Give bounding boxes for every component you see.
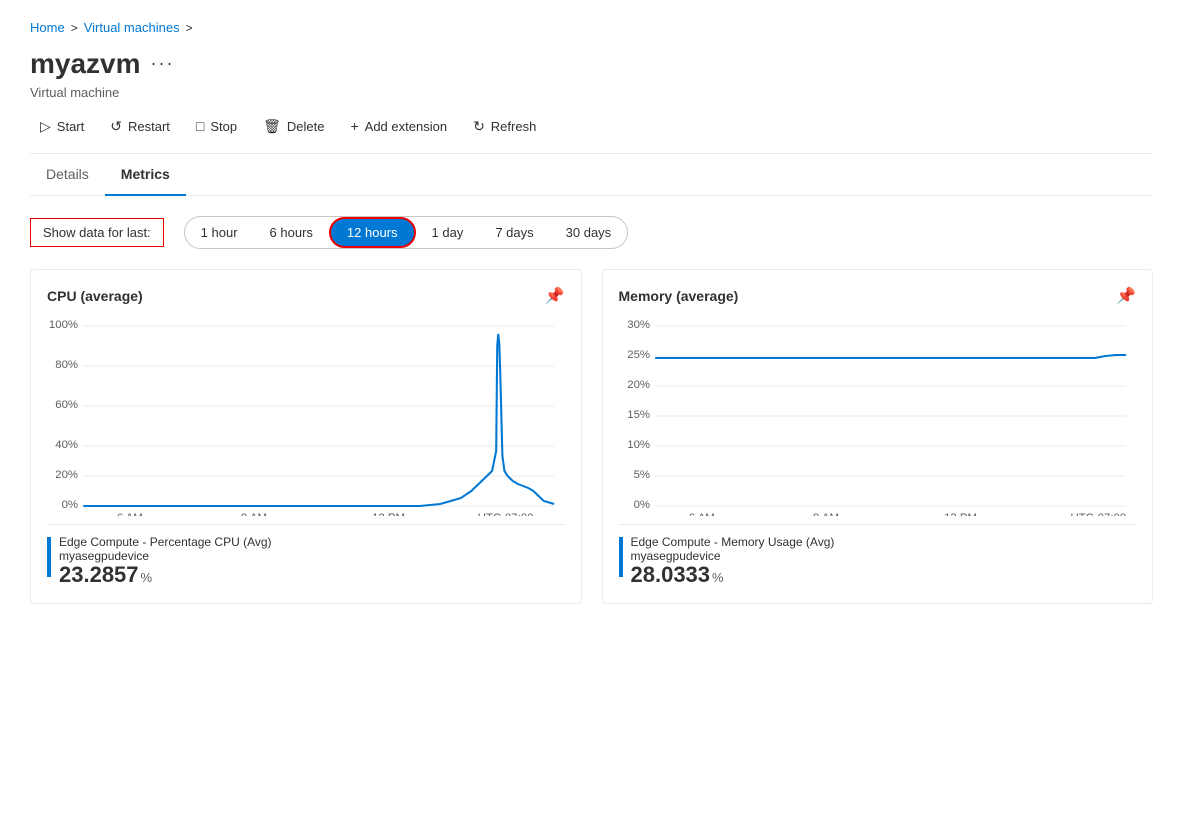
cpu-legend-color (47, 537, 51, 577)
cpu-chart-title: CPU (average) (47, 288, 143, 304)
stop-button[interactable]: □ Stop (186, 112, 247, 140)
charts-row: CPU (average) 📌 100% 80% 60% 40% 20% 0% (30, 269, 1153, 604)
time-btn-1hour[interactable]: 1 hour (185, 219, 254, 246)
memory-legend-value: 28.0333 (631, 563, 711, 587)
content-area: Show data for last: 1 hour 6 hours 12 ho… (30, 196, 1153, 624)
memory-legend-device: myasegpudevice (631, 549, 835, 563)
svg-text:6 AM: 6 AM (688, 512, 714, 516)
memory-chart-footer: Edge Compute - Memory Usage (Avg) myaseg… (619, 524, 1137, 587)
svg-text:100%: 100% (49, 319, 78, 331)
svg-text:9 AM: 9 AM (241, 512, 267, 516)
tab-details[interactable]: Details (30, 154, 105, 196)
start-icon: ▷ (40, 118, 51, 135)
cpu-chart-card: CPU (average) 📌 100% 80% 60% 40% 20% 0% (30, 269, 582, 604)
svg-text:5%: 5% (633, 469, 649, 481)
cpu-legend-value: 23.2857 (59, 563, 139, 587)
svg-text:30%: 30% (627, 319, 650, 331)
svg-text:9 AM: 9 AM (813, 512, 839, 516)
restart-button[interactable]: ↺ Restart (100, 112, 180, 141)
svg-text:60%: 60% (55, 399, 78, 411)
cpu-chart-footer: Edge Compute - Percentage CPU (Avg) myas… (47, 524, 565, 587)
memory-chart-title: Memory (average) (619, 288, 739, 304)
cpu-chart-header: CPU (average) 📌 (47, 286, 565, 306)
cpu-legend-name: Edge Compute - Percentage CPU (Avg) (59, 535, 272, 549)
start-button[interactable]: ▷ Start (30, 112, 94, 141)
cpu-legend-unit: % (141, 570, 153, 585)
svg-text:6 AM: 6 AM (117, 512, 143, 516)
add-extension-button[interactable]: + Add extension (340, 112, 457, 140)
svg-text:80%: 80% (55, 359, 78, 371)
time-filter-group: 1 hour 6 hours 12 hours 1 day 7 days 30 … (184, 216, 629, 249)
filter-row: Show data for last: 1 hour 6 hours 12 ho… (30, 216, 1153, 249)
svg-text:12 PM: 12 PM (372, 512, 405, 516)
time-btn-6hours[interactable]: 6 hours (254, 219, 329, 246)
memory-pin-icon[interactable]: 📌 (1116, 286, 1136, 306)
memory-chart-header: Memory (average) 📌 (619, 286, 1137, 306)
time-btn-7days[interactable]: 7 days (479, 219, 549, 246)
cpu-legend-item: Edge Compute - Percentage CPU (Avg) myas… (47, 535, 565, 587)
cpu-pin-icon[interactable]: 📌 (545, 286, 565, 306)
tabs: Details Metrics (30, 154, 1153, 196)
svg-text:20%: 20% (627, 379, 650, 391)
cpu-chart-area: 100% 80% 60% 40% 20% 0% (47, 316, 565, 516)
add-icon: + (350, 118, 358, 134)
svg-text:40%: 40% (55, 439, 78, 451)
memory-chart-card: Memory (average) 📌 30% 25% 20% 15% 10% 5… (602, 269, 1154, 604)
svg-text:0%: 0% (62, 499, 78, 511)
breadcrumb-home[interactable]: Home (30, 20, 65, 35)
svg-text:20%: 20% (55, 469, 78, 481)
time-btn-1day[interactable]: 1 day (416, 219, 480, 246)
page-title: myazvm (30, 47, 141, 81)
memory-legend-item: Edge Compute - Memory Usage (Avg) myaseg… (619, 535, 1137, 587)
restart-icon: ↺ (110, 118, 122, 135)
delete-icon: 🗑 (263, 118, 281, 135)
toolbar: ▷ Start ↺ Restart □ Stop 🗑 Delete + Add … (30, 100, 1153, 154)
svg-text:12 PM: 12 PM (944, 512, 977, 516)
svg-text:25%: 25% (627, 349, 650, 361)
refresh-button[interactable]: ↻ Refresh (463, 112, 546, 141)
memory-legend-name: Edge Compute - Memory Usage (Avg) (631, 535, 835, 549)
cpu-legend-device: myasegpudevice (59, 549, 272, 563)
stop-icon: □ (196, 118, 204, 134)
page-subtitle: Virtual machine (30, 85, 1153, 100)
refresh-icon: ↻ (473, 118, 485, 135)
breadcrumb-separator-1: > (71, 21, 78, 35)
cpu-chart-svg: 100% 80% 60% 40% 20% 0% (47, 316, 565, 516)
memory-legend-unit: % (712, 570, 724, 585)
svg-text:UTC-07:00: UTC-07:00 (478, 512, 534, 516)
memory-chart-area: 30% 25% 20% 15% 10% 5% 0% (619, 316, 1137, 516)
breadcrumb-separator-2: > (186, 21, 193, 35)
svg-text:10%: 10% (627, 439, 650, 451)
breadcrumb: Home > Virtual machines > (30, 20, 1153, 35)
time-btn-30days[interactable]: 30 days (550, 219, 628, 246)
memory-legend-color (619, 537, 623, 577)
delete-button[interactable]: 🗑 Delete (253, 112, 334, 141)
more-options-icon[interactable]: ··· (151, 53, 175, 74)
svg-text:15%: 15% (627, 409, 650, 421)
time-btn-12hours[interactable]: 12 hours (329, 217, 416, 248)
svg-text:0%: 0% (633, 499, 649, 511)
breadcrumb-vms[interactable]: Virtual machines (84, 20, 180, 35)
svg-text:UTC-07:00: UTC-07:00 (1070, 512, 1126, 516)
filter-label: Show data for last: (30, 218, 164, 247)
tab-metrics[interactable]: Metrics (105, 154, 186, 196)
memory-chart-svg: 30% 25% 20% 15% 10% 5% 0% (619, 316, 1137, 516)
